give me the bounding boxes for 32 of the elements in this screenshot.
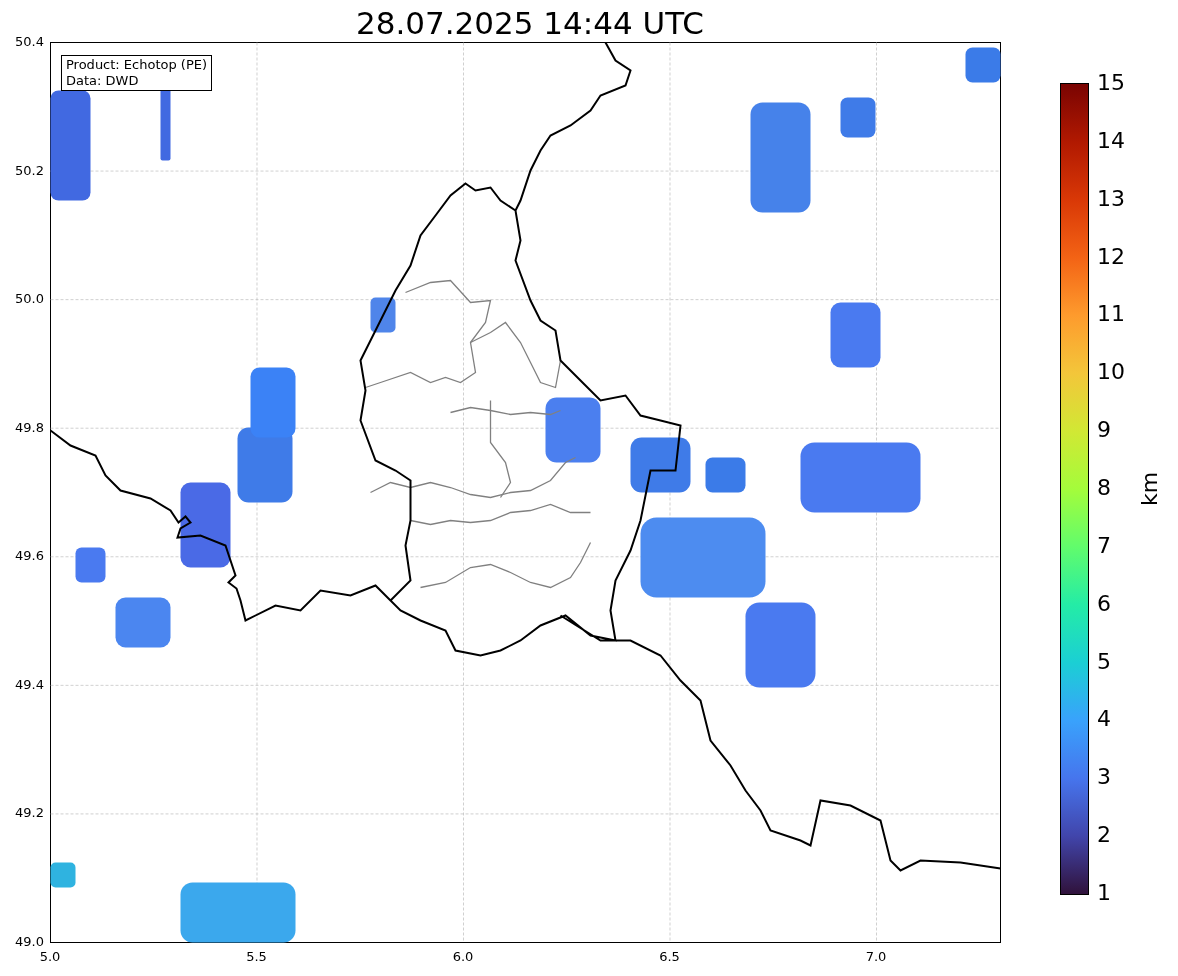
y-tick-label: 49.2 (15, 805, 44, 822)
colorbar-tick-label: 12 (1097, 243, 1125, 270)
y-tick-label: 50.4 (15, 34, 44, 50)
colorbar-tick-label: 14 (1097, 127, 1125, 154)
colorbar-tick-label: 9 (1097, 417, 1111, 444)
x-tick-label: 6.5 (659, 949, 680, 965)
y-tick-label: 49.0 (15, 934, 44, 950)
colorbar-tick-label: 10 (1097, 359, 1125, 386)
x-tick-label: 7.0 (865, 949, 887, 965)
x-tick-label: 5.0 (39, 949, 61, 965)
colorbar-tick-label: 3 (1097, 764, 1111, 791)
info-text: Product: Echotop (PE) (66, 57, 208, 73)
info-text: Data: DWD (66, 73, 140, 89)
colorbar-tick-label: 8 (1097, 475, 1111, 501)
colorbar-tick-label: 11 (1097, 301, 1125, 328)
x-tick-label: 6.0 (452, 949, 474, 965)
colorbar-tick-label: 15 (1097, 70, 1125, 96)
y-tick-label: 49.6 (15, 548, 44, 565)
y-tick-label: 50.0 (15, 291, 44, 308)
colorbar-tick-label: 5 (1097, 648, 1111, 675)
colorbar-tick-label: 4 (1097, 706, 1111, 733)
colorbar-label: km (1137, 471, 1163, 507)
y-tick-label: 49.4 (15, 676, 44, 693)
y-tick-label: 49.8 (15, 419, 44, 436)
y-tick-label: 50.2 (15, 162, 44, 179)
colorbar-tick-label: 1 (1097, 880, 1111, 906)
colorbar-tick-label: 6 (1097, 590, 1111, 617)
colorbar-tick-label: 7 (1097, 532, 1111, 559)
x-tick-label: 5.5 (246, 949, 267, 965)
colorbar-tick-label: 13 (1097, 185, 1125, 212)
colorbar-tick-label: 2 (1097, 822, 1111, 849)
chart-title: 28.07.2025 14:44 UTC (356, 4, 704, 42)
